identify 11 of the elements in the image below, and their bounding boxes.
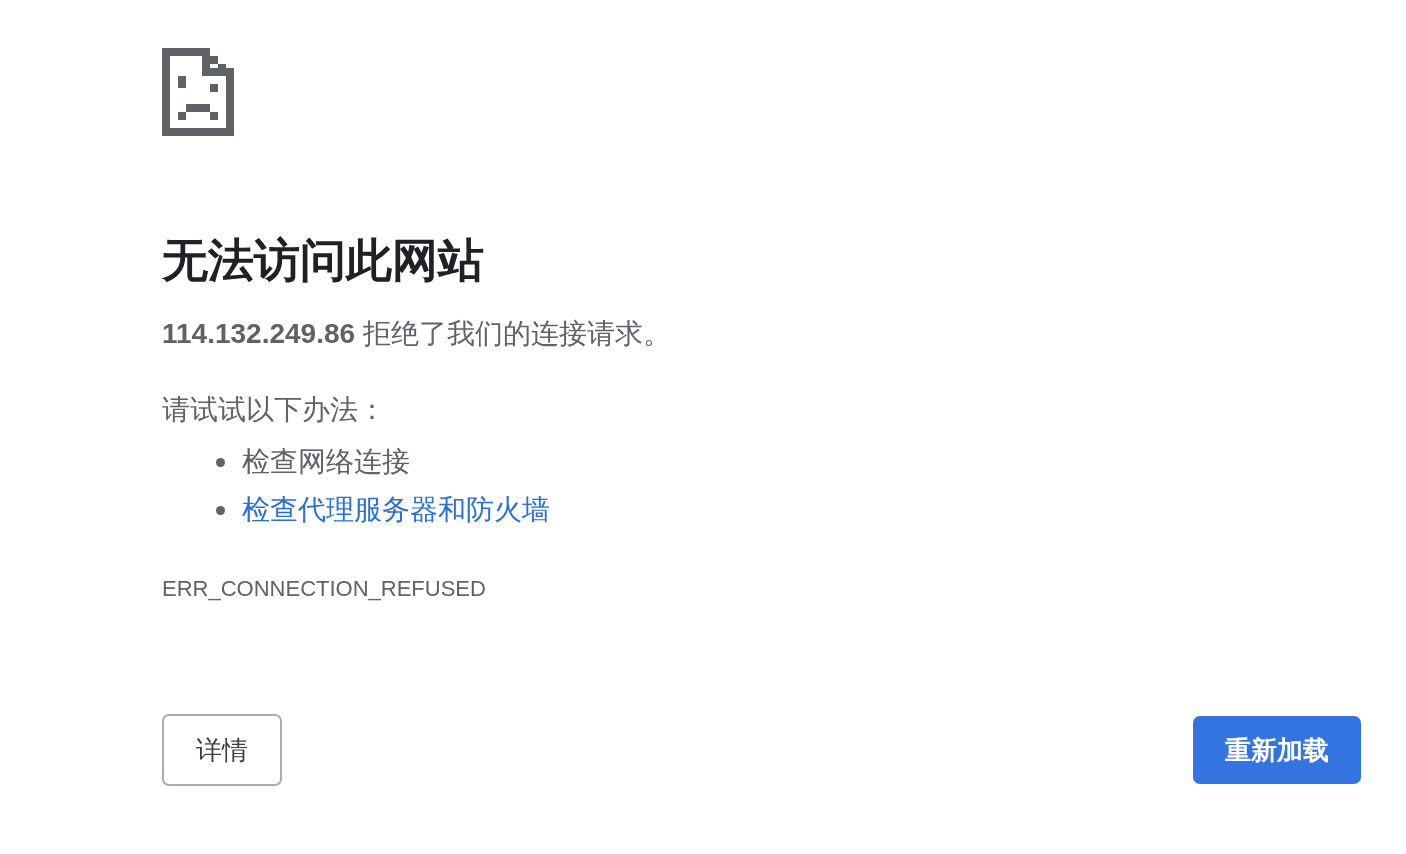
suggestion-text: 检查网络连接	[242, 445, 410, 479]
suggestion-link[interactable]: 检查代理服务器和防火墙	[242, 490, 550, 530]
error-message: 114.132.249.86 拒绝了我们的连接请求。	[162, 317, 672, 351]
suggestions-heading: 请试试以下办法：	[162, 393, 387, 427]
details-button[interactable]: 详情	[162, 714, 282, 786]
bullet-icon	[216, 457, 225, 467]
error-code: ERR_CONNECTION_REFUSED	[162, 575, 487, 603]
reload-button[interactable]: 重新加载	[1193, 716, 1361, 784]
bullet-icon	[216, 505, 225, 515]
page-heading: 无法访问此网站	[162, 233, 485, 288]
sad-page-icon	[162, 48, 234, 136]
